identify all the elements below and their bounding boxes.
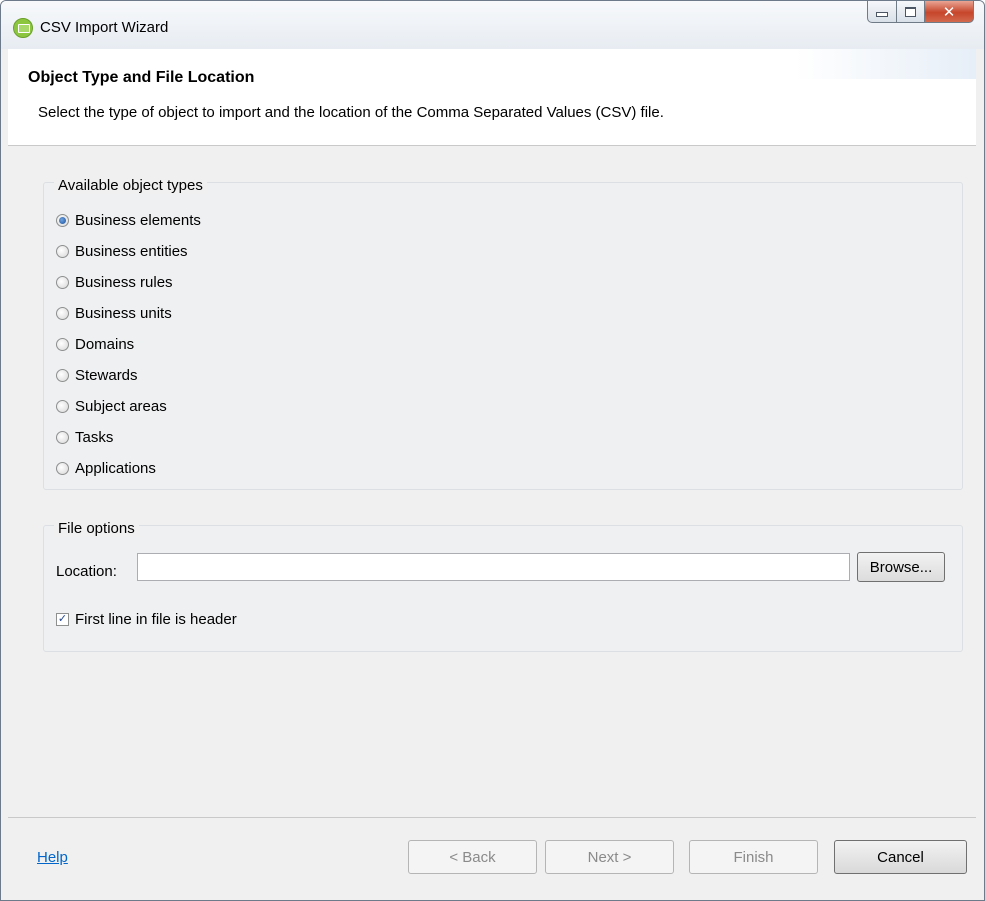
- object-type-option[interactable]: Subject areas: [56, 395, 167, 417]
- maximize-button[interactable]: [897, 1, 925, 23]
- location-label: Location:: [56, 563, 117, 580]
- close-icon: ✕: [942, 3, 956, 21]
- browse-button[interactable]: Browse...: [857, 552, 945, 582]
- object-type-option[interactable]: Tasks: [56, 426, 113, 448]
- window-controls: ✕: [867, 1, 974, 23]
- object-type-radio[interactable]: [56, 430, 69, 444]
- object-type-label: Stewards: [75, 366, 138, 384]
- object-type-radio[interactable]: [56, 275, 69, 289]
- cancel-button[interactable]: Cancel: [834, 840, 967, 874]
- object-type-option[interactable]: Domains: [56, 333, 134, 355]
- object-type-radio[interactable]: [56, 399, 69, 413]
- maximize-icon: [905, 6, 916, 17]
- object-type-radio[interactable]: [56, 244, 69, 258]
- file-options-legend: File options: [54, 520, 139, 537]
- back-button[interactable]: < Back: [408, 840, 537, 874]
- object-type-label: Business elements: [75, 211, 201, 229]
- location-input[interactable]: [137, 553, 850, 581]
- object-type-option[interactable]: Stewards: [56, 364, 138, 386]
- object-type-label: Business units: [75, 304, 172, 322]
- wizard-window: CSV Import Wizard ✕ Object Type and File…: [0, 0, 985, 901]
- page-title: Object Type and File Location: [28, 69, 255, 86]
- minimize-button[interactable]: [867, 1, 897, 23]
- close-button[interactable]: ✕: [925, 1, 974, 23]
- next-button[interactable]: Next >: [545, 840, 674, 874]
- object-type-label: Tasks: [75, 428, 114, 446]
- footer-divider: [8, 817, 976, 818]
- minimize-icon: [876, 12, 888, 17]
- object-type-option[interactable]: Business elements: [56, 209, 201, 231]
- object-type-option[interactable]: Business entities: [56, 240, 188, 262]
- wizard-header: Object Type and File Location Select the…: [8, 49, 976, 146]
- object-type-label: Business entities: [75, 242, 188, 260]
- title-bar[interactable]: CSV Import Wizard ✕: [1, 1, 984, 49]
- window-title: CSV Import Wizard: [40, 19, 169, 36]
- page-description: Select the type of object to import and …: [38, 104, 664, 121]
- object-types-group: Available object types Business elements…: [43, 177, 963, 490]
- object-type-radio[interactable]: [56, 368, 69, 382]
- object-type-radio[interactable]: [56, 461, 69, 475]
- object-types-legend: Available object types: [54, 177, 207, 194]
- object-type-radio[interactable]: [56, 337, 69, 351]
- header-checkbox[interactable]: ✓: [56, 613, 69, 626]
- help-link[interactable]: Help: [37, 849, 68, 866]
- object-type-label: Domains: [75, 335, 135, 353]
- object-type-label: Applications: [75, 459, 156, 477]
- object-type-option[interactable]: Applications: [56, 457, 156, 479]
- object-type-label: Business rules: [75, 273, 173, 291]
- object-type-option[interactable]: Business units: [56, 302, 172, 324]
- app-icon: [13, 18, 33, 38]
- object-type-radio[interactable]: [56, 213, 69, 227]
- object-type-label: Subject areas: [75, 397, 167, 415]
- file-options-group: File options Location: Browse... ✓ First…: [43, 520, 963, 652]
- header-checkbox-label: First line in file is header: [75, 611, 237, 628]
- header-checkbox-row[interactable]: ✓ First line in file is header: [56, 611, 237, 628]
- checkmark-icon: ✓: [57, 613, 68, 625]
- object-type-option[interactable]: Business rules: [56, 271, 173, 293]
- finish-button[interactable]: Finish: [689, 840, 818, 874]
- object-type-radio[interactable]: [56, 306, 69, 320]
